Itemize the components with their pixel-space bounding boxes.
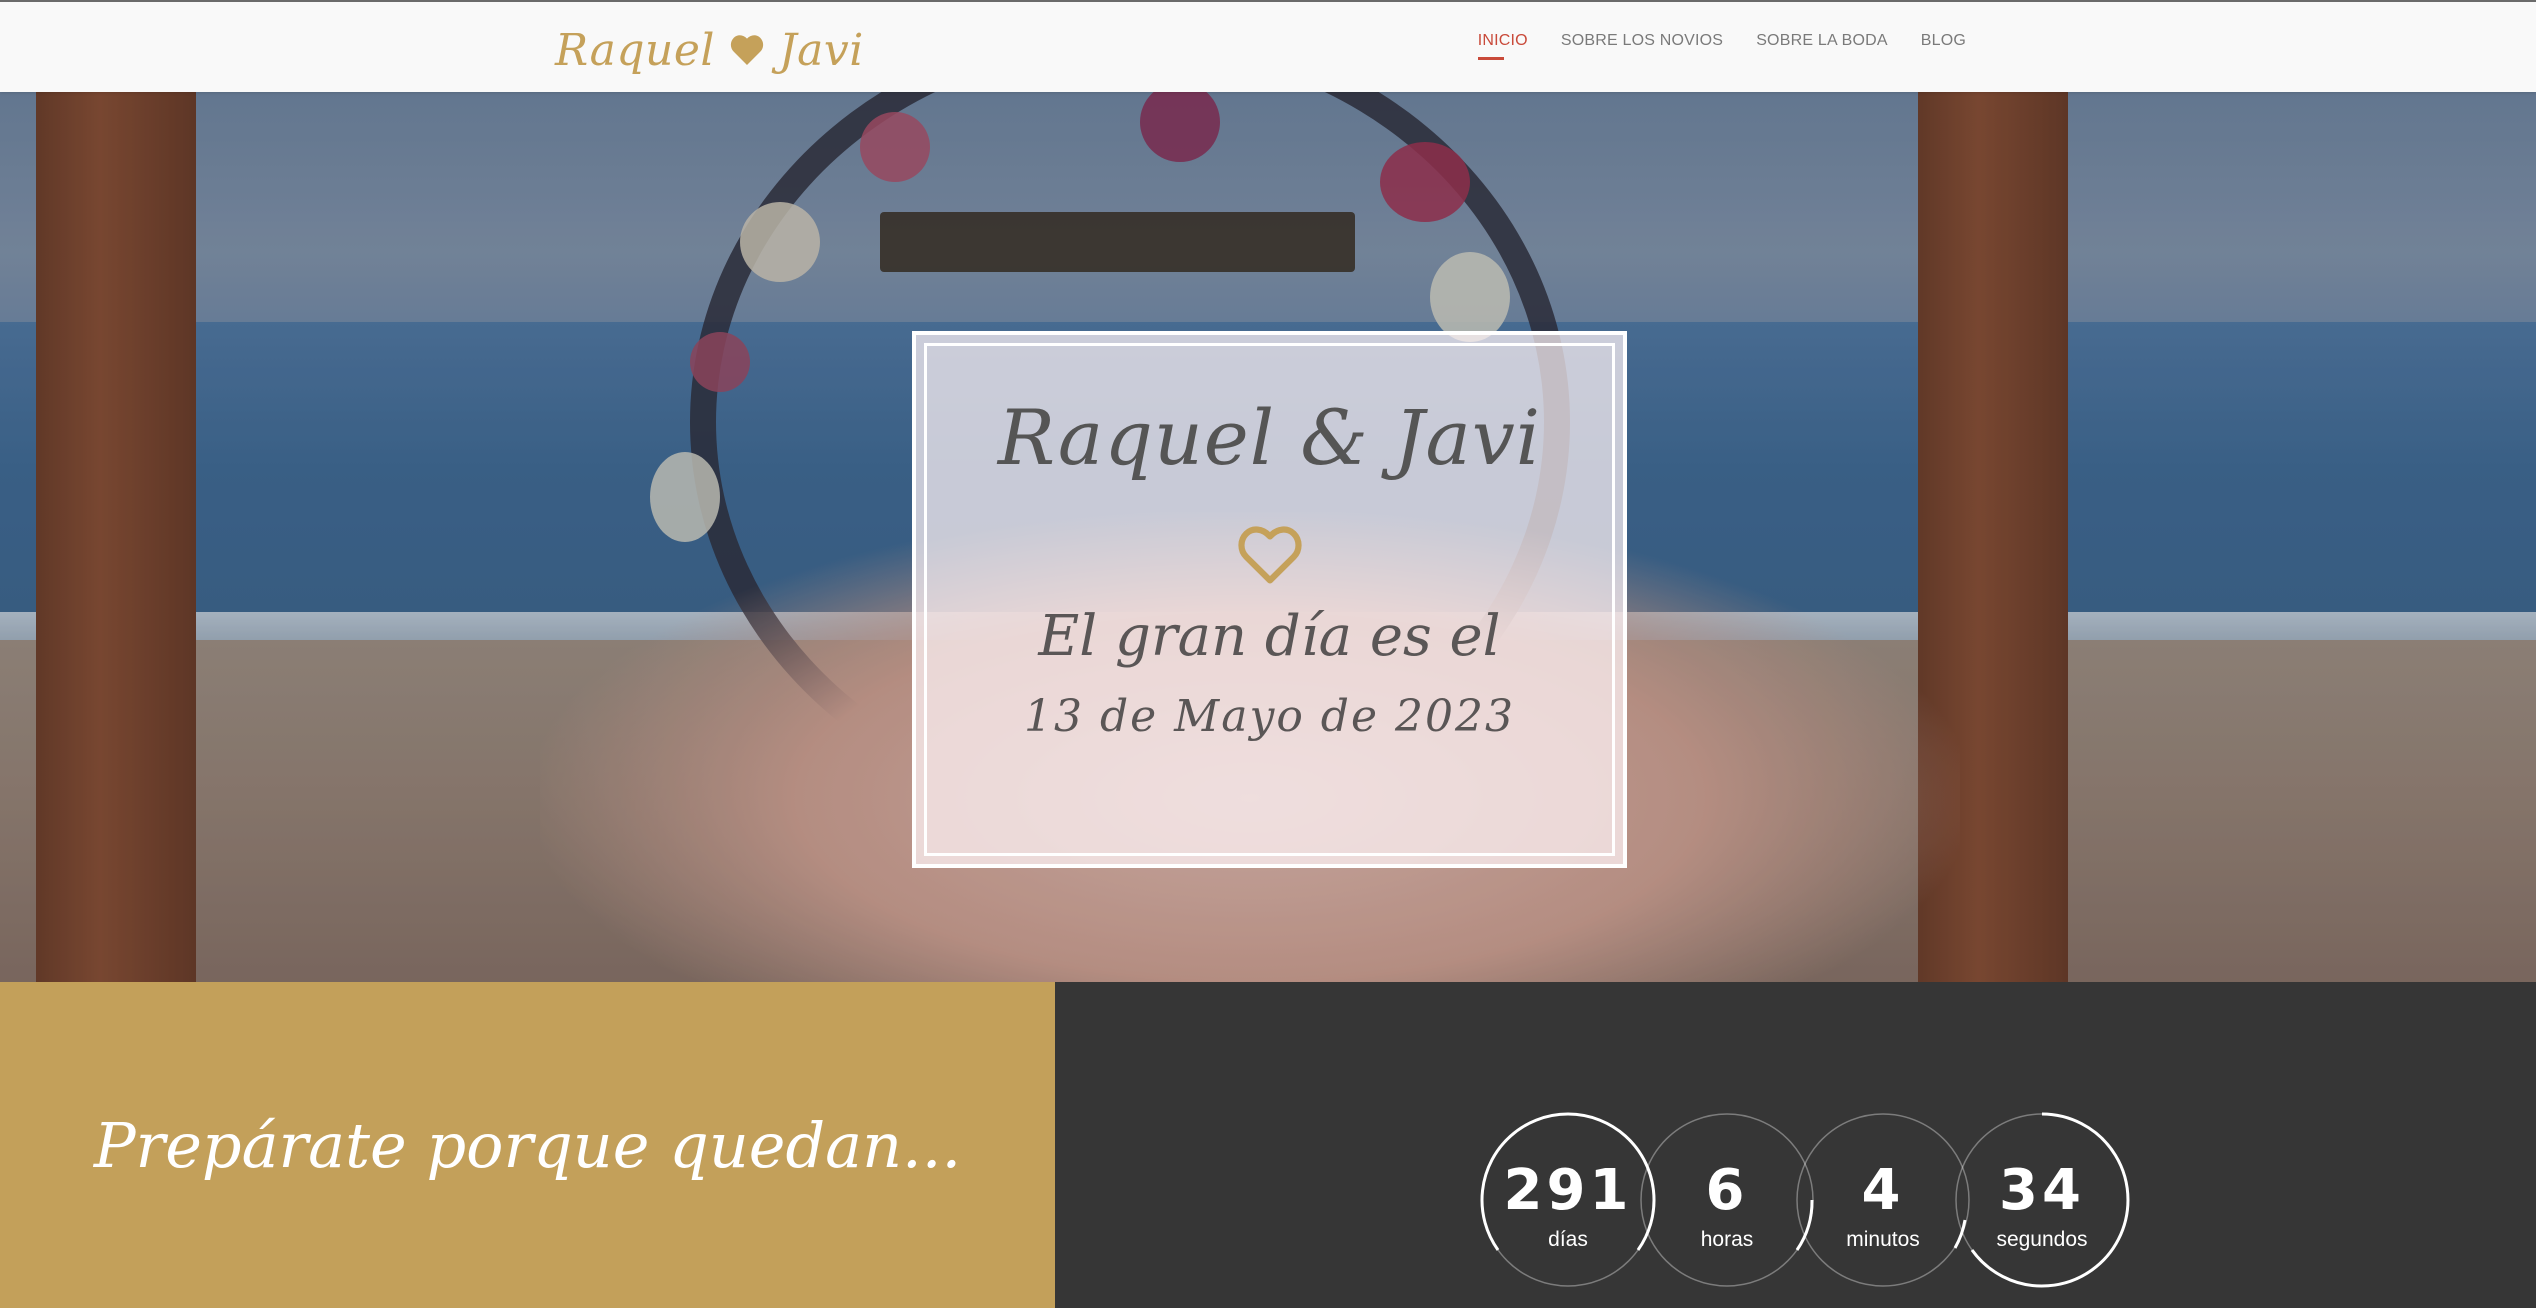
countdown-days: 291 días — [1478, 1110, 1658, 1290]
menu-item-inicio[interactable]: INICIO — [1477, 32, 1528, 60]
hero-card: Raquel & Javi El gran día es el 13 de Ma… — [912, 331, 1627, 868]
countdown-minutes: 4 minutos — [1793, 1110, 1973, 1290]
heart-outline-icon — [1237, 526, 1302, 584]
top-navbar: Raquel Javi INICIO SOBRE LOS NOVIOS SOBR… — [0, 0, 2536, 92]
countdown-intro: Prepárate porque quedan... — [93, 1108, 962, 1182]
main-menu: INICIO SOBRE LOS NOVIOS SOBRE LA BODA BL… — [1477, 32, 1966, 60]
hero-subtitle: El gran día es el — [1038, 604, 1501, 669]
countdown-value: 4 — [1861, 1158, 1905, 1223]
countdown-value: 34 — [1999, 1158, 2085, 1223]
brand-name-right: Javi — [779, 24, 864, 76]
countdown-label: horas — [1700, 1228, 1754, 1251]
menu-item-sobre-los-novios[interactable]: SOBRE LOS NOVIOS — [1561, 32, 1723, 60]
brand-logo[interactable]: Raquel Javi — [555, 20, 864, 80]
countdown-intro-panel: Prepárate porque quedan... — [0, 982, 1055, 1308]
countdown-value: 291 — [1503, 1158, 1633, 1223]
hero-date: 13 de Mayo de 2023 — [1024, 691, 1515, 742]
countdown-value: 6 — [1705, 1158, 1749, 1223]
heart-icon — [730, 35, 764, 65]
menu-item-sobre-la-boda[interactable]: SOBRE LA BODA — [1756, 32, 1888, 60]
countdown-seconds: 34 segundos — [1952, 1110, 2132, 1290]
countdown-label: segundos — [1996, 1228, 2088, 1251]
brand-name-left: Raquel — [555, 24, 715, 76]
menu-item-blog[interactable]: BLOG — [1921, 32, 1966, 60]
hero-title: Raquel & Javi — [997, 393, 1542, 482]
countdown-hours: 6 horas — [1637, 1110, 1817, 1290]
countdown-label: minutos — [1846, 1228, 1920, 1251]
countdown-label: días — [1548, 1228, 1588, 1251]
